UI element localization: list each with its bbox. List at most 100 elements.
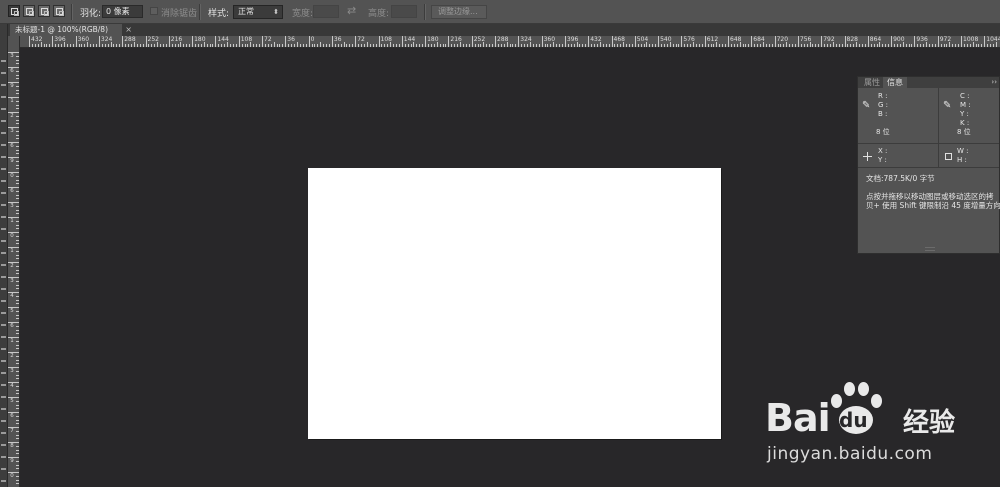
document-tab[interactable]: 未标题-1 @ 100%(RGB/8) × xyxy=(10,24,132,36)
ruler-tick xyxy=(16,265,19,267)
ruler-tick xyxy=(832,42,834,47)
vertical-ruler[interactable]: 36912369063101234561234567890 xyxy=(8,48,20,487)
divider xyxy=(71,4,73,20)
tool-icon[interactable] xyxy=(1,192,6,194)
tool-icon[interactable] xyxy=(1,300,6,302)
eyedropper-icon[interactable]: ✎ xyxy=(862,100,870,111)
ruler-tick xyxy=(81,44,83,47)
tool-icon[interactable] xyxy=(1,336,6,338)
ruler-tick xyxy=(928,44,930,47)
ruler-tick xyxy=(824,44,826,47)
tool-icon[interactable] xyxy=(1,96,6,98)
ruler-tick xyxy=(783,44,785,47)
tool-icon[interactable] xyxy=(1,456,6,458)
ruler-tick xyxy=(16,168,19,170)
ruler-tick xyxy=(381,44,383,47)
tool-icon[interactable] xyxy=(1,396,6,398)
tool-icon[interactable] xyxy=(1,108,6,110)
feather-input[interactable]: 0 像素 xyxy=(102,5,143,18)
tool-icon[interactable] xyxy=(1,468,6,470)
tool-icon[interactable] xyxy=(1,84,6,86)
tool-icon[interactable] xyxy=(1,168,6,170)
ruler-tick xyxy=(853,44,855,47)
ruler-tick xyxy=(16,175,19,177)
tool-icon[interactable] xyxy=(1,120,6,122)
tool-icon[interactable] xyxy=(1,444,6,446)
tool-icon[interactable] xyxy=(1,324,6,326)
tool-icon[interactable] xyxy=(1,288,6,290)
tool-icon[interactable] xyxy=(1,432,6,434)
tool-icon[interactable] xyxy=(1,132,6,134)
intersect-selection-icon[interactable] xyxy=(53,5,65,17)
ruler-tick xyxy=(736,44,738,47)
cmyk-bit-depth: 8 位 xyxy=(957,128,971,136)
tool-icon[interactable] xyxy=(1,360,6,362)
ruler-tick xyxy=(16,288,19,290)
ruler-tick xyxy=(16,153,19,155)
width-input[interactable] xyxy=(313,5,339,18)
ruler-tick xyxy=(713,44,715,47)
document-canvas[interactable] xyxy=(308,168,721,439)
tool-icon[interactable] xyxy=(1,228,6,230)
tool-icon[interactable] xyxy=(1,156,6,158)
height-input[interactable] xyxy=(391,5,417,18)
panel-resize-grip[interactable] xyxy=(925,247,935,251)
tool-icon[interactable] xyxy=(1,144,6,146)
ruler-tick xyxy=(16,149,19,151)
ruler-origin[interactable] xyxy=(8,36,20,48)
ruler-tick xyxy=(49,44,51,47)
tool-icon[interactable] xyxy=(1,204,6,206)
ruler-tick xyxy=(16,220,19,222)
ruler-tick xyxy=(733,44,735,47)
ruler-tick xyxy=(847,44,849,47)
style-select[interactable]: 正常 ⬍ xyxy=(233,5,283,19)
tool-icon[interactable] xyxy=(1,264,6,266)
tool-icon[interactable] xyxy=(1,72,6,74)
tool-icon[interactable] xyxy=(1,480,6,482)
tool-icon[interactable] xyxy=(1,60,6,62)
subtract-from-selection-icon[interactable] xyxy=(38,5,50,17)
ruler-tick xyxy=(695,44,697,47)
new-selection-icon[interactable] xyxy=(8,5,20,17)
ruler-label: 1 xyxy=(10,98,14,104)
tool-icon[interactable] xyxy=(1,420,6,422)
tool-icon[interactable] xyxy=(1,216,6,218)
eyedropper-icon[interactable]: ✎ xyxy=(943,100,951,111)
rgb-readout: ✎ R : G : B : 8 位 xyxy=(858,88,938,144)
tool-icon[interactable] xyxy=(1,312,6,314)
tool-icon[interactable] xyxy=(1,276,6,278)
ruler-tick xyxy=(16,329,19,331)
c-value: C : xyxy=(960,92,970,100)
tool-icon[interactable] xyxy=(1,252,6,254)
antialias-checkbox[interactable] xyxy=(150,7,158,15)
panel-menu-icon[interactable]: ›› xyxy=(991,77,997,88)
ruler-tick xyxy=(63,42,65,47)
swap-icon[interactable]: ⇄ xyxy=(347,4,356,17)
ruler-tick xyxy=(16,115,19,117)
ruler-tick xyxy=(8,442,19,443)
ruler-tick xyxy=(757,44,759,47)
horizontal-ruler[interactable]: 432 396 360 324 288 252 216 180 144 108 72 36 0 36 72 1… xyxy=(20,36,1000,48)
ruler-tick xyxy=(518,36,520,47)
close-icon[interactable]: × xyxy=(125,24,132,36)
ruler-tick xyxy=(436,42,438,47)
ruler-tick xyxy=(850,44,852,47)
refine-edge-button[interactable]: 调整边缘... xyxy=(431,5,487,19)
tool-icon[interactable] xyxy=(1,384,6,386)
tab-info[interactable]: 信息 xyxy=(883,77,907,88)
tool-icon[interactable] xyxy=(1,180,6,182)
tool-icon[interactable] xyxy=(1,240,6,242)
ruler-tick xyxy=(821,36,823,47)
tool-icon[interactable] xyxy=(1,372,6,374)
ruler-tick xyxy=(113,44,115,47)
tool-icon[interactable] xyxy=(1,408,6,410)
ruler-tick xyxy=(398,44,400,47)
tab-properties[interactable]: 属性 xyxy=(860,77,884,88)
ruler-tick xyxy=(212,44,214,47)
ruler-tick xyxy=(829,44,831,47)
ruler-tick xyxy=(990,44,992,47)
ruler-tick xyxy=(393,44,395,47)
add-to-selection-icon[interactable] xyxy=(23,5,35,17)
ruler-tick xyxy=(419,44,421,47)
tool-icon[interactable] xyxy=(1,348,6,350)
